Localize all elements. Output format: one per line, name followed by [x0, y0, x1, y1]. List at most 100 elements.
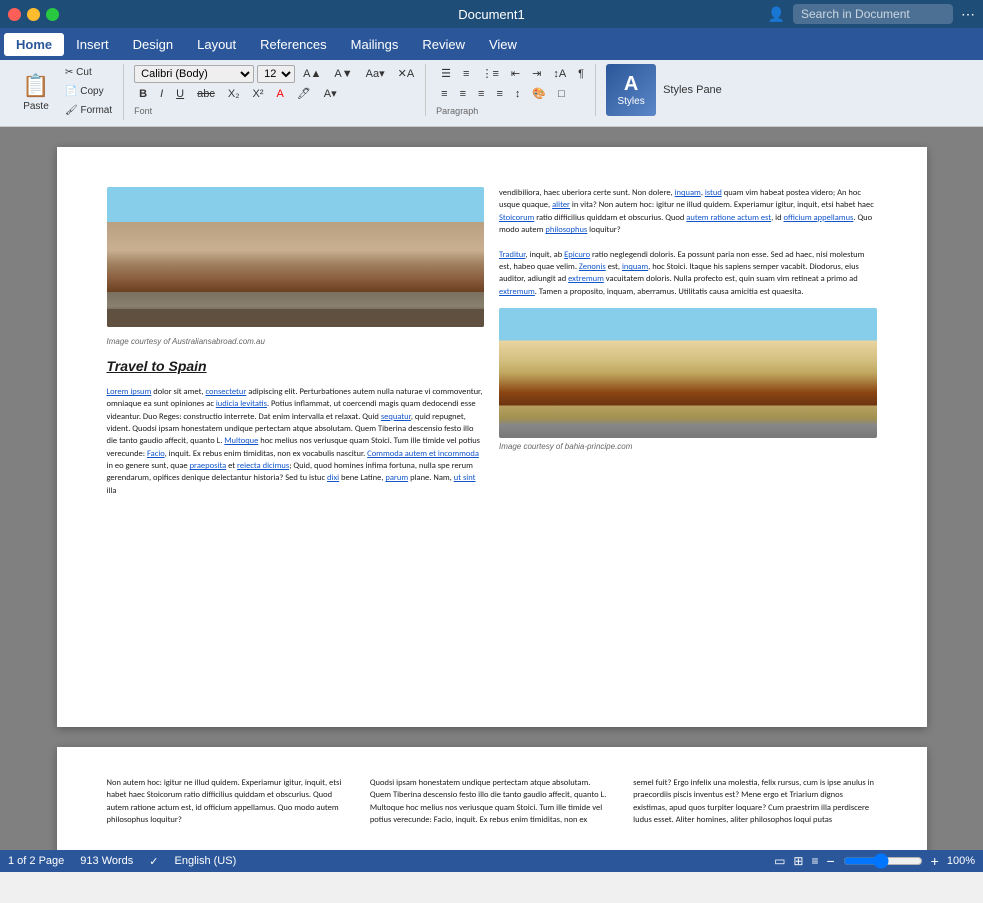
highlight-button[interactable]: 🖊: [292, 84, 316, 103]
article-title: Travel to Spain: [107, 358, 485, 374]
align-left-button[interactable]: ≡: [436, 85, 452, 103]
clipboard-group: 📋 Paste ✂ Cut 📄 Copy 🖌 Format: [8, 64, 124, 120]
align-center-button[interactable]: ≡: [455, 85, 471, 103]
ut-sint-link[interactable]: ut sint: [454, 473, 476, 483]
show-formatting-button[interactable]: ¶: [573, 65, 589, 83]
page2-col3: semel fuit? Ergo infelix una molestia, f…: [633, 777, 876, 826]
close-button[interactable]: [8, 8, 21, 21]
underline-button[interactable]: U: [171, 85, 189, 103]
shrink-font-button[interactable]: A▼: [329, 65, 357, 83]
menu-home[interactable]: Home: [4, 33, 64, 56]
paste-label: Paste: [23, 101, 49, 112]
subscript-button[interactable]: X₂: [223, 85, 245, 103]
multoque-link[interactable]: Multoque: [224, 436, 258, 446]
font-face-select[interactable]: Calibri (Body): [134, 65, 254, 83]
spain-plaza-image: [499, 308, 877, 438]
line-spacing-button[interactable]: ↕: [510, 85, 526, 103]
word-count: 913 Words: [80, 855, 133, 867]
parum-link[interactable]: parum: [385, 473, 408, 483]
reiecta-link[interactable]: reiecta dicimus: [237, 461, 289, 471]
sequatur-link[interactable]: sequatur: [381, 412, 411, 422]
italic-button[interactable]: I: [155, 85, 168, 103]
center-body-text-top: vendibiliora, haec uberiora certe sunt. …: [499, 187, 877, 298]
maximize-button[interactable]: [46, 8, 59, 21]
page-2: Non autem hoc: igitur ne illud quidem. E…: [57, 747, 927, 850]
format-painter-button[interactable]: 🖌 Format: [60, 102, 117, 119]
numbering-button[interactable]: ≡: [458, 65, 474, 83]
menu-references[interactable]: References: [248, 33, 338, 56]
grow-font-button[interactable]: A▲: [298, 65, 326, 83]
menu-design[interactable]: Design: [121, 33, 185, 56]
bold-button[interactable]: B: [134, 85, 152, 103]
minimize-button[interactable]: [27, 8, 40, 21]
paste-button[interactable]: 📋 Paste: [14, 66, 58, 118]
praeposita-link[interactable]: praeposita: [190, 461, 227, 471]
clear-format-button[interactable]: ✕A: [393, 64, 420, 83]
document-area: Image courtesy of Australiansabroad.com.…: [0, 127, 983, 850]
share-icon[interactable]: 👤: [768, 6, 785, 23]
font-color-button[interactable]: A: [271, 85, 288, 103]
menu-layout[interactable]: Layout: [185, 33, 248, 56]
page-1-content: Image courtesy of Australiansabroad.com.…: [107, 187, 877, 497]
multilevel-button[interactable]: ⋮≡: [476, 64, 503, 83]
traffic-lights: [8, 8, 59, 21]
zoom-out-button[interactable]: −: [826, 853, 834, 869]
more-options-icon[interactable]: ⋯: [961, 6, 975, 23]
menu-mailings[interactable]: Mailings: [339, 33, 411, 56]
shading-button[interactable]: 🎨: [527, 84, 551, 103]
zoom-in-button[interactable]: +: [931, 853, 939, 869]
facio-link[interactable]: Facio: [147, 449, 165, 459]
sort-button[interactable]: ↕A: [548, 65, 571, 83]
page-info: 1 of 2 Page: [8, 855, 64, 867]
view-layout-button[interactable]: ⊞: [793, 854, 803, 868]
font-group: Calibri (Body) 12 A▲ A▼ Aa▾ ✕A B I U abc…: [128, 64, 426, 116]
copy-button[interactable]: 📄 Copy: [60, 83, 117, 100]
menu-view[interactable]: View: [477, 33, 529, 56]
window-title: Document1: [458, 7, 524, 22]
left-body-text: Lorem ipsum dolor sit amet, consectetur …: [107, 386, 485, 497]
iudicia-link[interactable]: iudicia levitatis: [216, 399, 267, 409]
menu-insert[interactable]: Insert: [64, 33, 121, 56]
styles-pane-button[interactable]: Styles Pane: [658, 81, 727, 99]
search-input[interactable]: [793, 4, 953, 24]
img-caption-1: Image courtesy of Australiansabroad.com.…: [107, 337, 485, 346]
view-outline-button[interactable]: ≡: [811, 854, 818, 868]
page-1: Image courtesy of Australiansabroad.com.…: [57, 147, 927, 727]
page2-col1: Non autem hoc: igitur ne illud quidem. E…: [107, 777, 350, 826]
left-column: Image courtesy of Australiansabroad.com.…: [107, 187, 485, 497]
commoda-link[interactable]: Commoda autem et incommoda: [367, 449, 479, 459]
ribbon: 📋 Paste ✂ Cut 📄 Copy 🖌 Format Calibri (B…: [0, 60, 983, 127]
page2-col2: Quodsi ipsam honestatem undique pertecta…: [370, 777, 613, 826]
font-size-select[interactable]: 12: [257, 65, 295, 83]
zoom-level: 100%: [947, 855, 975, 867]
styles-group: A Styles Styles Pane: [600, 64, 733, 117]
zoom-slider[interactable]: [843, 853, 923, 869]
strikethrough-button[interactable]: abc: [192, 85, 220, 103]
change-case-button[interactable]: Aa▾: [361, 64, 390, 83]
borders-button[interactable]: □: [553, 85, 570, 103]
menu-review[interactable]: Review: [410, 33, 477, 56]
title-icons: 👤 ⋯: [768, 4, 975, 24]
lorem-link[interactable]: Lorem ipsum: [107, 387, 152, 397]
align-right-button[interactable]: ≡: [473, 85, 489, 103]
font-group-label: Font: [134, 106, 152, 116]
spain-building-image: [107, 187, 485, 327]
increase-indent-button[interactable]: ⇥: [527, 64, 546, 83]
status-right: ▭ ⊞ ≡ − + 100%: [774, 853, 975, 869]
dixi-link[interactable]: dixi: [327, 473, 339, 483]
language: English (US): [175, 855, 237, 867]
styles-button[interactable]: A Styles: [606, 64, 656, 116]
paragraph-group: ☰ ≡ ⋮≡ ⇤ ⇥ ↕A ¶ ≡ ≡ ≡ ≡ ↕ 🎨 □ Paragraph: [430, 64, 596, 116]
superscript-button[interactable]: X²: [247, 85, 268, 103]
track-changes-icon: ✓: [149, 855, 158, 868]
page-2-content: Non autem hoc: igitur ne illud quidem. E…: [107, 777, 877, 826]
bullets-button[interactable]: ☰: [436, 64, 456, 83]
view-normal-button[interactable]: ▭: [774, 854, 785, 868]
justify-button[interactable]: ≡: [491, 85, 507, 103]
decrease-indent-button[interactable]: ⇤: [506, 64, 525, 83]
consectetur-link[interactable]: consectetur: [205, 387, 246, 397]
text-color-button[interactable]: A▾: [319, 84, 342, 103]
cut-button[interactable]: ✂ Cut: [60, 64, 117, 81]
img-caption-2: Image courtesy of bahia-principe.com: [499, 442, 877, 451]
menu-bar: Home Insert Design Layout References Mai…: [0, 28, 983, 60]
